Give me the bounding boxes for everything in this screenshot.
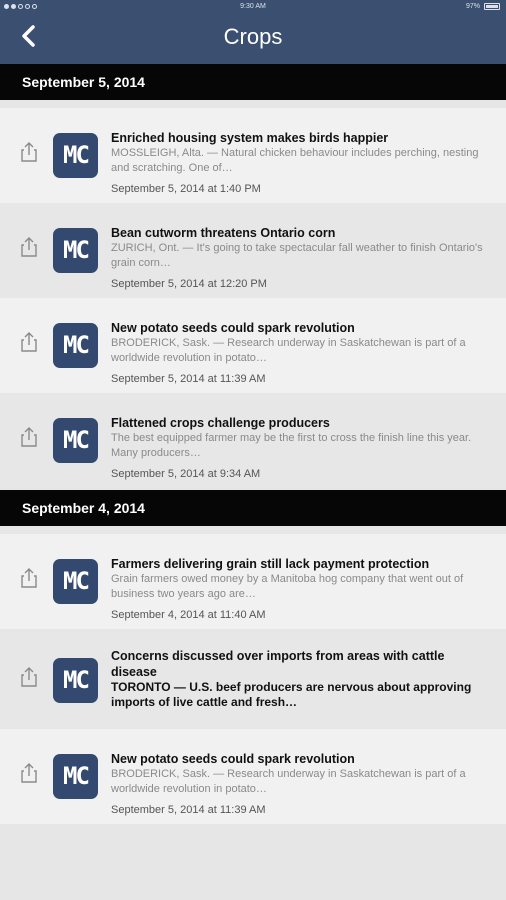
article-summary: Grain farmers owed money by a Manitoba h… bbox=[111, 573, 464, 600]
article-row[interactable]: MC Farmers delivering grain still lack p… bbox=[0, 534, 506, 629]
battery-percent: 97% bbox=[465, 3, 480, 10]
article-row[interactable]: MC New potato seeds could spark revoluti… bbox=[0, 729, 506, 824]
nav-bar: Crops bbox=[0, 14, 506, 64]
article-title: New potato seeds could spark revolution bbox=[111, 752, 355, 766]
article-title: New potato seeds could spark revolution bbox=[111, 321, 355, 335]
mc-logo: MC bbox=[53, 418, 98, 463]
article-summary: MOSSLEIGH, Alta. — Natural chicken behav… bbox=[111, 147, 479, 174]
article-title: Enriched housing system makes birds happ… bbox=[111, 131, 389, 145]
article-summary: BRODERICK, Sask. — Research underway in … bbox=[111, 337, 466, 364]
article-title: Farmers delivering grain still lack paym… bbox=[111, 557, 430, 571]
page-title: Crops bbox=[223, 24, 283, 49]
article-summary: ZURICH, Ont. — It's going to take specta… bbox=[111, 242, 483, 269]
article-row[interactable]: MC Concerns discussed over imports from … bbox=[0, 633, 506, 728]
article-summary: BRODERICK, Sask. — Research underway in … bbox=[111, 768, 466, 795]
mc-logo: MC bbox=[53, 559, 98, 604]
article-date: September 5, 2014 at 1:40 PM bbox=[111, 183, 261, 195]
share-icon[interactable] bbox=[20, 426, 38, 448]
share-icon[interactable] bbox=[20, 331, 38, 353]
article-title: Bean cutworm threatens Ontario corn bbox=[111, 226, 336, 240]
mc-logo: MC bbox=[53, 658, 98, 703]
article-row[interactable]: MC Bean cutworm threatens Ontario corn Z… bbox=[0, 203, 506, 298]
article-date: September 4, 2014 at 11:40 AM bbox=[111, 609, 266, 621]
article-title: Concerns discussed over imports from are… bbox=[111, 649, 445, 679]
article-summary: TORONTO — U.S. beef producers are nervou… bbox=[111, 680, 472, 709]
share-icon[interactable] bbox=[20, 666, 38, 688]
mc-logo: MC bbox=[53, 754, 98, 799]
battery-indicator: 97% bbox=[466, 3, 500, 10]
battery-icon bbox=[484, 3, 500, 10]
article-row[interactable]: MC Enriched housing system makes birds h… bbox=[0, 108, 506, 203]
share-icon[interactable] bbox=[20, 567, 38, 589]
article-row[interactable]: MC Flattened crops challenge producers T… bbox=[0, 393, 506, 488]
article-title: Flattened crops challenge producers bbox=[111, 416, 330, 430]
share-icon[interactable] bbox=[20, 141, 38, 163]
section-header: September 5, 2014 bbox=[0, 64, 506, 100]
article-date: September 5, 2014 at 11:39 AM bbox=[111, 373, 266, 385]
article-date: September 5, 2014 at 12:20 PM bbox=[111, 278, 267, 290]
mc-logo: MC bbox=[53, 133, 98, 178]
mc-logo: MC bbox=[53, 228, 98, 273]
article-date: September 5, 2014 at 11:39 AM bbox=[111, 804, 266, 816]
share-icon[interactable] bbox=[20, 236, 38, 258]
mc-logo: MC bbox=[53, 323, 98, 368]
article-date: September 5, 2014 at 9:34 AM bbox=[111, 468, 261, 480]
section-header: September 4, 2014 bbox=[0, 490, 506, 526]
share-icon[interactable] bbox=[20, 762, 38, 784]
status-bar: 9:30 AM 97% bbox=[0, 0, 506, 14]
article-summary: The best equipped farmer may be the firs… bbox=[111, 432, 472, 459]
article-row[interactable]: MC New potato seeds could spark revoluti… bbox=[0, 298, 506, 393]
status-time: 9:30 AM bbox=[240, 3, 266, 10]
